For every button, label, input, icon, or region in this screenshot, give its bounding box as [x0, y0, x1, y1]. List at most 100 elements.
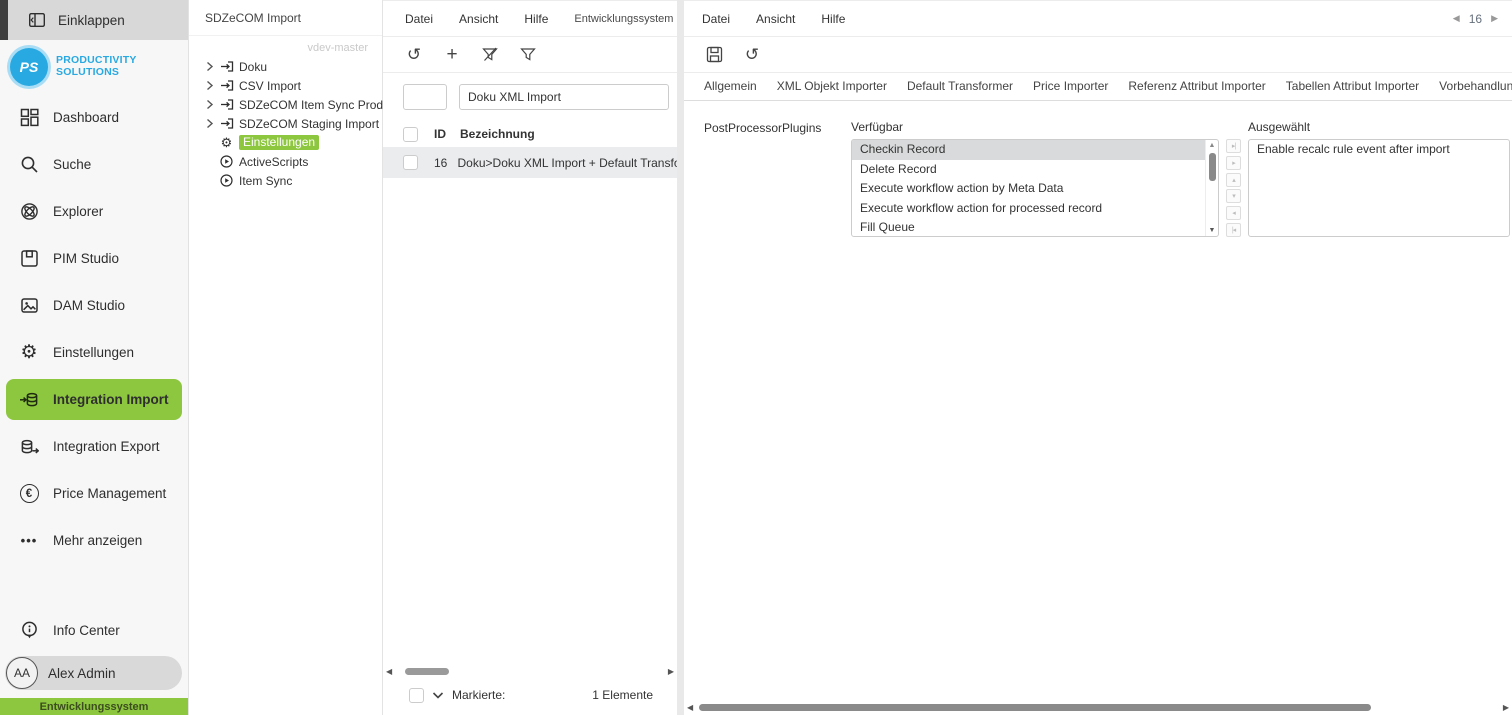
logo-text: PRODUCTIVITY SOLUTIONS	[56, 54, 137, 78]
save-button[interactable]	[704, 46, 724, 63]
sidebar-item-label: Info Center	[53, 622, 120, 638]
sidebar-item-info-center[interactable]: Info Center	[0, 610, 188, 650]
scroll-up-icon[interactable]: ▲	[1209, 142, 1216, 150]
sidebar-item-integration-export[interactable]: Integration Export	[0, 423, 188, 470]
tree-panel-title: SDZeCOM Import	[189, 0, 382, 36]
tab-referenz-attribut-importer[interactable]: Referenz Attribut Importer	[1128, 79, 1265, 100]
table-row[interactable]: 16 Doku>Doku XML Import + Default Transf…	[383, 147, 677, 178]
sidebar-item-suche[interactable]: Suche	[0, 141, 188, 188]
scroll-right-icon[interactable]: ▶	[668, 668, 674, 676]
list-item[interactable]: Execute workflow action by Meta Data	[852, 179, 1205, 199]
scroll-right-icon[interactable]: ▶	[1503, 703, 1509, 712]
tab-xml-objekt-importer[interactable]: XML Objekt Importer	[777, 79, 887, 100]
chevron-right-icon[interactable]	[205, 61, 216, 72]
chevron-down-icon[interactable]	[432, 691, 444, 700]
sidebar-item-mehr-anzeigen[interactable]: ••• Mehr anzeigen	[0, 517, 188, 564]
sidebar-item-einstellungen[interactable]: ⚙ Einstellungen	[0, 329, 188, 376]
menu-datei[interactable]: Datei	[405, 12, 433, 26]
chevron-right-icon[interactable]	[205, 118, 216, 129]
row-name: Doku>Doku XML Import + Default Transform…	[457, 155, 678, 170]
price-euro-icon: €	[18, 484, 40, 503]
refresh-button[interactable]: ↺	[404, 46, 424, 63]
sidebar-item-pim-studio[interactable]: PIM Studio	[0, 235, 188, 282]
move-up-button[interactable]: ▴	[1226, 172, 1241, 187]
chevron-right-icon[interactable]	[205, 99, 216, 110]
marked-checkbox[interactable]	[409, 687, 424, 703]
panel-divider[interactable]	[677, 0, 684, 715]
scrollbar-track[interactable]	[397, 668, 663, 676]
import-tree-panel: SDZeCOM Import vdev-master Doku CSV Impo…	[189, 0, 405, 715]
move-right-button[interactable]: ▸	[1226, 155, 1241, 170]
scrollbar-thumb[interactable]	[405, 668, 450, 675]
list-footer: Markierte: 1 Elemente	[383, 679, 677, 715]
tree-item-einstellungen[interactable]: ⚙ Einstellungen	[189, 133, 382, 152]
available-column: Verfügbar Checkin Record Delete Record E…	[851, 120, 1219, 237]
tree-item-doku[interactable]: Doku	[189, 57, 382, 76]
collapse-sidebar-button[interactable]: Einklappen	[0, 0, 188, 40]
move-all-left-button[interactable]: |◂	[1226, 222, 1241, 237]
clear-filter-button[interactable]	[480, 47, 500, 62]
tree-item-label: CSV Import	[239, 78, 302, 93]
name-filter-input[interactable]	[459, 84, 669, 110]
tree-item-sdzecom-staging-import[interactable]: SDZeCOM Staging Import	[189, 114, 382, 133]
element-count: 1 Elemente	[592, 688, 653, 702]
list-item[interactable]: Enable recalc rule event after import	[1249, 140, 1509, 160]
list-item[interactable]: Execute workflow action for processed re…	[852, 199, 1205, 219]
menu-ansicht[interactable]: Ansicht	[459, 12, 498, 26]
move-down-button[interactable]: ▾	[1226, 189, 1241, 204]
detail-body-empty	[684, 237, 1512, 702]
user-account-button[interactable]: AA Alex Admin	[5, 656, 182, 690]
sidebar-item-price-management[interactable]: € Price Management	[0, 470, 188, 517]
tree-item-activescripts[interactable]: ActiveScripts	[189, 152, 382, 171]
menu-datei[interactable]: Datei	[702, 12, 730, 26]
list-item[interactable]: Fill Queue	[852, 218, 1205, 236]
settings-gear-icon: ⚙	[220, 135, 233, 150]
main-sidebar: Einklappen PS PRODUCTIVITY SOLUTIONS Das…	[0, 0, 189, 715]
filter-button[interactable]	[518, 47, 538, 62]
scrollbar-thumb[interactable]	[699, 703, 1371, 711]
tab-tabellen-attribut-importer[interactable]: Tabellen Attribut Importer	[1286, 79, 1419, 100]
tab-allgemein[interactable]: Allgemein	[704, 79, 757, 100]
column-header-id[interactable]: ID	[434, 127, 456, 141]
menu-hilfe[interactable]: Hilfe	[821, 12, 845, 26]
previous-record-icon[interactable]: ◀	[1453, 14, 1460, 23]
sidebar-item-explorer[interactable]: Explorer	[0, 188, 188, 235]
list-item[interactable]: Delete Record	[852, 160, 1205, 180]
integration-import-icon	[18, 391, 40, 409]
list-item[interactable]: Checkin Record	[852, 140, 1205, 160]
scroll-left-icon[interactable]: ◀	[687, 703, 693, 712]
move-all-right-button[interactable]: ▸|	[1226, 139, 1241, 153]
collapse-panel-icon	[28, 11, 46, 29]
pim-studio-icon	[18, 249, 40, 268]
row-checkbox[interactable]	[403, 155, 418, 170]
chevron-right-icon[interactable]	[205, 80, 216, 91]
tree-item-item-sync[interactable]: Item Sync	[189, 171, 382, 190]
menu-ansicht[interactable]: Ansicht	[756, 12, 795, 26]
sidebar-item-label: Integration Export	[53, 439, 160, 454]
list-body-empty	[383, 178, 677, 665]
scrollbar-thumb[interactable]	[1208, 153, 1216, 182]
refresh-button[interactable]: ↺	[742, 46, 762, 63]
next-record-icon[interactable]: ▶	[1491, 14, 1498, 23]
sidebar-item-integration-import[interactable]: Integration Import	[6, 379, 182, 420]
tab-price-importer[interactable]: Price Importer	[1033, 79, 1108, 100]
scroll-left-icon[interactable]: ◀	[386, 668, 392, 676]
row-id: 16	[434, 155, 448, 170]
sidebar-item-dam-studio[interactable]: DAM Studio	[0, 282, 188, 329]
select-all-checkbox[interactable]	[403, 126, 418, 142]
add-button[interactable]: +	[442, 45, 462, 64]
scrollbar-track[interactable]	[698, 703, 1498, 712]
scroll-down-icon[interactable]: ▼	[1209, 227, 1216, 235]
field-label-postprocessorplugins: PostProcessorPlugins	[704, 121, 822, 135]
column-header-bezeichnung[interactable]: Bezeichnung	[460, 127, 535, 141]
tree-item-csv-import[interactable]: CSV Import	[189, 76, 382, 95]
tab-default-transformer[interactable]: Default Transformer	[907, 79, 1013, 100]
move-left-button[interactable]: ◂	[1226, 206, 1241, 221]
id-filter-input[interactable]	[403, 84, 447, 110]
menu-hilfe[interactable]: Hilfe	[524, 12, 548, 26]
tree-item-sdzecom-item-sync-products[interactable]: SDZeCOM Item Sync Products	[189, 95, 405, 114]
sidebar-item-label: Einstellungen	[53, 345, 135, 360]
tab-vorbehandlung[interactable]: Vorbehandlung	[1439, 79, 1512, 100]
sidebar-item-dashboard[interactable]: Dashboard	[0, 94, 188, 141]
